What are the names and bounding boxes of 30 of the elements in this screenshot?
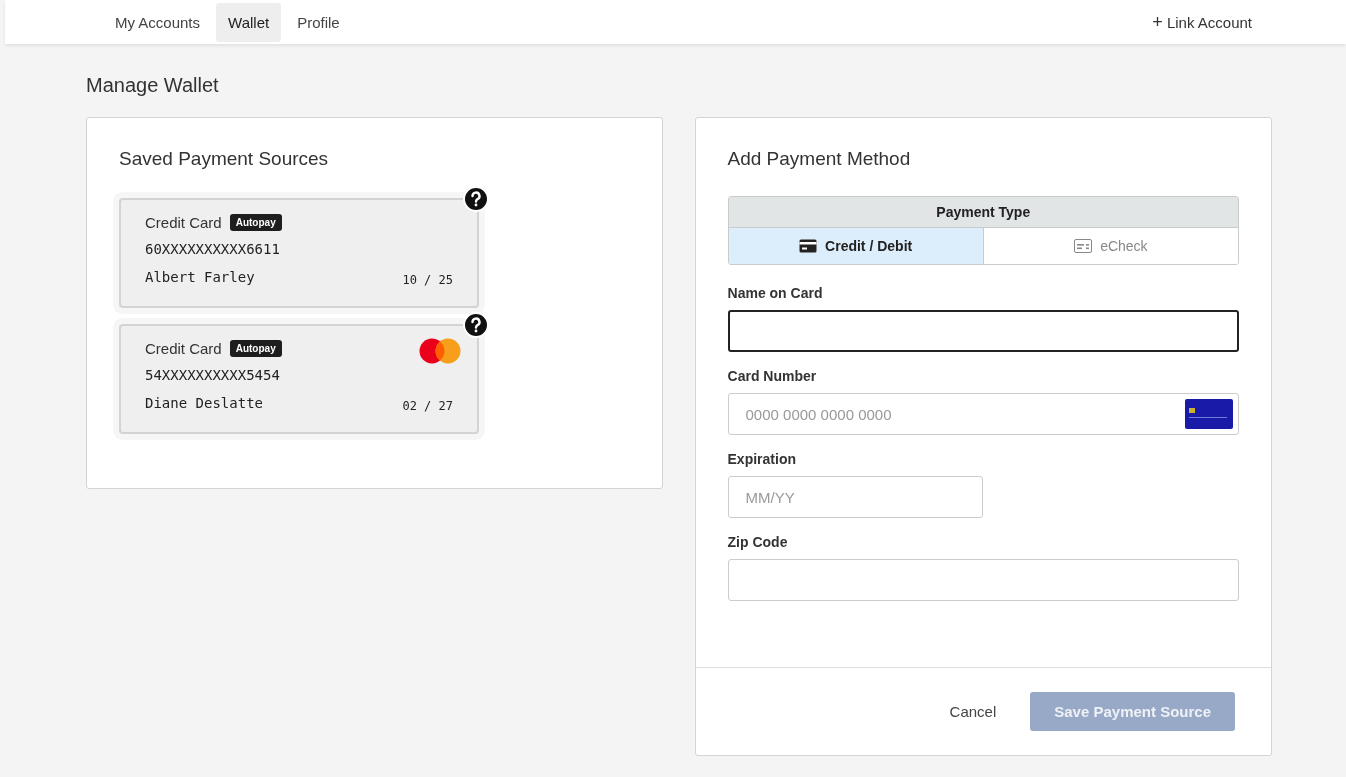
help-icon[interactable]: [463, 186, 489, 212]
nav-tab[interactable]: My Accounts: [103, 2, 213, 42]
help-icon[interactable]: [463, 312, 489, 338]
input-field[interactable]: [727, 310, 1239, 352]
payment-type-header: Payment Type: [728, 197, 1238, 228]
field-label: Name on Card: [727, 285, 824, 301]
autopay-badge: Autopay: [229, 340, 282, 357]
field-label: Zip Code: [727, 534, 789, 550]
card-holder: Diane Deslatte: [145, 395, 263, 411]
card-holder: Albert Farley: [145, 269, 255, 285]
cancel-button[interactable]: Cancel: [943, 702, 1003, 721]
card-expiry: 10 / 25: [402, 273, 453, 287]
card-expiry: 02 / 27: [402, 399, 453, 413]
autopay-badge: Autopay: [229, 214, 282, 231]
card-icon: [1185, 399, 1233, 429]
field-label: Expiration: [727, 451, 797, 467]
link-account-button[interactable]: + Link Account: [1146, 10, 1258, 34]
panel-title: Add Payment Method: [727, 148, 912, 170]
check-icon: [1074, 239, 1093, 253]
nav-tab[interactable]: Profile: [285, 2, 352, 42]
page-title: Manage Wallet: [86, 74, 220, 97]
field-label: Card Number: [727, 368, 818, 384]
nav-tab[interactable]: Wallet: [216, 2, 282, 42]
card-type: Credit Card: [145, 340, 222, 357]
credit-card-icon: [799, 239, 818, 253]
panel-title: Saved Payment Sources: [119, 148, 330, 170]
card-number: 54XXXXXXXXXX5454: [145, 367, 281, 383]
card-number: 60XXXXXXXXXX6611: [145, 241, 281, 257]
payment-type-option[interactable]: Credit / Debit: [728, 228, 984, 264]
card-type: Credit Card: [145, 214, 222, 231]
